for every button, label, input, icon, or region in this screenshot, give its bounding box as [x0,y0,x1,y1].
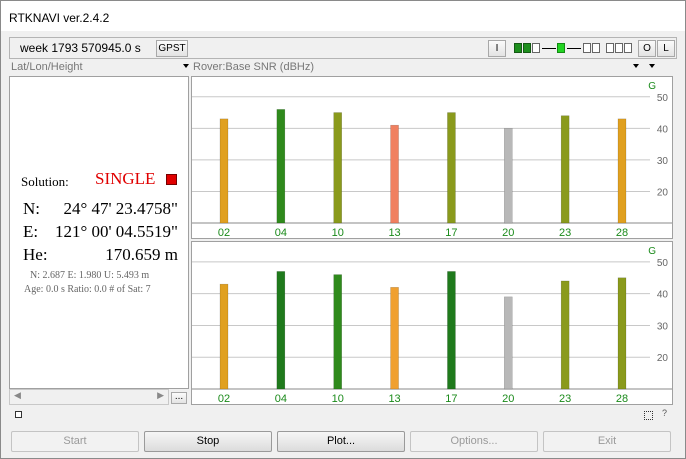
satellite-label: 20 [502,227,514,238]
stream-arrow-line [542,48,556,49]
std-dev-text: N: 2.687 E: 1.980 U: 5.493 m [30,270,150,281]
y-tick-label: 30 [657,321,669,332]
snr-bar [617,277,627,390]
window-title: RTKNAVI ver.2.4.2 [9,11,110,25]
chevron-down-icon [633,64,639,68]
stream-status-light [615,43,623,53]
snr-bar [219,283,229,390]
chevron-down-icon [649,64,655,68]
satellite-label: 28 [616,393,628,404]
satellite-label: 04 [275,393,287,404]
snr-bar [560,115,570,224]
solution-status: SINGLE [95,169,156,188]
status-bar: ? [9,407,677,427]
expand-icon[interactable] [644,411,653,420]
stream-status-light [592,43,600,53]
output-stream-button[interactable]: O [638,40,656,57]
satellite-label: 28 [616,227,628,238]
plot-view-label: Rover:Base SNR (dBHz) [193,61,315,73]
latitude-label: N: [23,199,40,218]
satellite-label: 23 [559,227,571,238]
longitude-value: 121° 00' 04.5519" [54,222,178,241]
snr-bar [219,118,229,224]
solution-view-label: Lat/Lon/Height [11,61,83,73]
y-tick-label: 40 [657,290,669,301]
y-tick-label: 50 [657,93,669,104]
snr-bar [504,128,513,224]
chevron-down-icon [183,64,189,68]
age-ratio-text: Age: 0.0 s Ratio: 0.0 # of Sat: 7 [24,284,151,295]
start-button[interactable]: Start [11,431,139,452]
time-toolbar: week 1793 570945.0 s GPST I O L [9,37,677,59]
scroll-right-icon[interactable]: ▶ [157,390,164,401]
stream-status-light [523,43,531,53]
snr-bar [447,112,456,224]
checkbox-icon[interactable] [15,411,22,418]
system-label: G [648,81,656,92]
snr-bar [617,118,627,224]
snr-bar [504,296,513,390]
snr-bar [333,274,342,390]
satellite-label: 17 [445,227,457,238]
snr-bar [560,280,570,390]
scroll-left-icon[interactable]: ◀ [14,390,21,401]
snr-plot-lower: 20 30 40 50 G 02 04 10 13 17 20 23 28 [191,241,673,405]
y-tick-label: 30 [657,156,669,167]
input-stream-button[interactable]: I [488,40,506,57]
snr-bar [390,124,399,224]
log-stream-button[interactable]: L [657,40,675,57]
solution-status-indicator [166,174,177,185]
stop-button[interactable]: Stop [144,431,272,452]
satellite-label: 13 [388,393,400,404]
title-bar: RTKNAVI ver.2.4.2 [1,1,685,31]
time-display: week 1793 570945.0 s [20,41,141,55]
horizontal-scrollbar[interactable]: ◀ ▶ [9,389,169,405]
help-icon[interactable]: ? [662,408,667,418]
stream-status-light [514,43,522,53]
exit-button[interactable]: Exit [543,431,671,452]
satellite-label: 23 [559,393,571,404]
y-tick-label: 20 [657,353,669,364]
plot-view-select[interactable]: Rover:Base SNR (dBHz) [193,61,671,76]
stream-status-light [532,43,540,53]
stream-status-indicator [514,41,638,56]
solution-panel: Solution: SINGLE N: 24° 47' 23.4758" E: … [9,76,189,389]
stream-status-light [624,43,632,53]
snr-plot-upper: 20 30 40 50 G 02 04 10 13 17 20 23 28 [191,76,673,239]
snr-bar [276,109,286,224]
snr-chart-svg: 20 30 40 50G 02 04 10 13 17 20 23 28 [192,81,672,238]
more-options-button[interactable]: ... [171,392,187,404]
plot-button[interactable]: Plot... [277,431,405,452]
satellite-label: 02 [218,227,230,238]
app-window: RTKNAVI ver.2.4.2 week 1793 570945.0 s G… [0,0,686,459]
satellite-label: 10 [332,393,344,404]
satellite-label: 17 [445,393,457,404]
snr-bar [333,112,342,224]
stream-arrow-line [567,48,581,49]
satellite-label: 20 [502,393,514,404]
satellite-label: 04 [275,227,287,238]
height-label: He: [23,245,48,264]
longitude-label: E: [23,222,39,241]
satellite-label: 13 [388,227,400,238]
y-tick-label: 20 [657,187,669,198]
stream-status-light [557,43,565,53]
solution-label: Solution: [21,174,69,189]
y-tick-label: 40 [657,124,669,135]
stream-status-light [606,43,614,53]
latitude-value: 24° 47' 23.4758" [63,199,178,218]
satellite-label: 02 [218,393,230,404]
time-system-button[interactable]: GPST [156,40,188,57]
system-label: G [648,246,656,257]
stream-status-light [583,43,591,53]
height-value: 170.659 m [105,245,178,264]
solution-view-select[interactable]: Lat/Lon/Height [11,61,189,76]
snr-chart-svg: 20 30 40 50G 02 04 10 13 17 20 23 28 [192,246,672,404]
options-button[interactable]: Options... [410,431,538,452]
snr-bar [447,271,456,390]
snr-bar [276,271,286,390]
snr-bar [390,287,399,390]
satellite-label: 10 [332,227,344,238]
y-tick-label: 50 [657,258,669,269]
